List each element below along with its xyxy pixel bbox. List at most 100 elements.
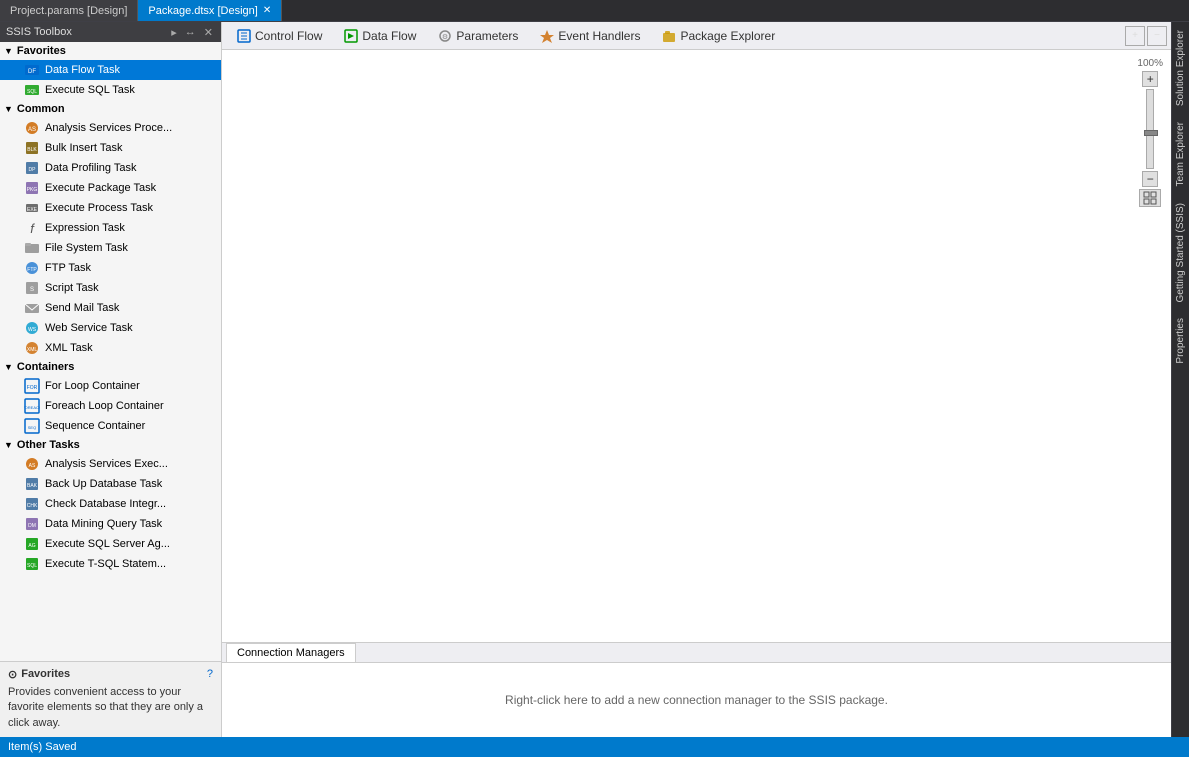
section-containers-label: Containers	[17, 361, 74, 373]
status-message: Item(s) Saved	[8, 741, 76, 753]
tab-controlflow[interactable]: Control Flow	[226, 24, 333, 47]
filesystem-label: File System Task	[45, 242, 128, 254]
section-othertasks[interactable]: ▼ Other Tasks	[0, 436, 221, 454]
eventhandlers-tab-icon	[540, 29, 554, 43]
close-tab-icon[interactable]: ✕	[263, 5, 271, 16]
main-area: SSIS Toolbox ▸ ↔ ✕ ▼ Favorites DF Data F…	[0, 22, 1189, 737]
right-panel-tab-team[interactable]: Team Explorer	[1173, 114, 1188, 194]
help-icon[interactable]: ?	[207, 668, 213, 680]
zoom-in-nav-btn[interactable]: +	[1125, 26, 1145, 46]
toolbox-item-executepackage[interactable]: PKG Execute Package Task	[0, 178, 221, 198]
zoom-slider-thumb[interactable]	[1144, 130, 1158, 136]
parameters-tab-icon: ⚙	[438, 29, 452, 43]
datamining-icon: DM	[24, 516, 40, 532]
toolbox-item-script[interactable]: S Script Task	[0, 278, 221, 298]
toolbox-item-sequence[interactable]: SEQ Sequence Container	[0, 416, 221, 436]
section-common[interactable]: ▼ Common	[0, 100, 221, 118]
forloop-icon: FOR	[24, 378, 40, 394]
dataprofiling-label: Data Profiling Task	[45, 162, 137, 174]
toolbox-item-checkdb[interactable]: CHK Check Database Integr...	[0, 494, 221, 514]
section-containers[interactable]: ▼ Containers	[0, 358, 221, 376]
right-panel-tab-solution[interactable]: Solution Explorer	[1173, 22, 1188, 114]
toolbox-item-analysisproc[interactable]: AS Analysis Services Proce...	[0, 118, 221, 138]
toolbox-item-backup[interactable]: BAK Back Up Database Task	[0, 474, 221, 494]
analysisproc-icon: AS	[24, 120, 40, 136]
toolbox-item-dataprofiling[interactable]: DP Data Profiling Task	[0, 158, 221, 178]
svg-text:WS: WS	[28, 327, 37, 333]
toolbox-item-xml[interactable]: XML XML Task	[0, 338, 221, 358]
toolbox-item-executesql[interactable]: SQL Execute SQL Task	[0, 80, 221, 100]
zoom-out-button[interactable]: −	[1142, 171, 1158, 187]
svg-text:CHK: CHK	[27, 503, 38, 509]
zoom-in-button[interactable]: +	[1142, 71, 1158, 87]
analysisproc-label: Analysis Services Proce...	[45, 122, 172, 134]
connection-managers-tab-label[interactable]: Connection Managers	[226, 643, 356, 662]
tab-controlflow-label: Control Flow	[255, 29, 322, 43]
toolbox-panel: SSIS Toolbox ▸ ↔ ✕ ▼ Favorites DF Data F…	[0, 22, 222, 737]
toolbox-resize-icon[interactable]: ↔	[183, 26, 198, 39]
doc-tab-package-label: Package.dtsx [Design]	[148, 5, 257, 17]
executepackage-icon: PKG	[24, 180, 40, 196]
toolbox-item-tsql[interactable]: SQL Execute T-SQL Statem...	[0, 554, 221, 574]
doc-tab-project[interactable]: Project.params [Design]	[0, 0, 138, 21]
expression-label: Expression Task	[45, 222, 125, 234]
toolbox-pin-icon[interactable]: ▸	[169, 26, 179, 39]
datamining-label: Data Mining Query Task	[45, 518, 162, 530]
toolbox-footer-title: ⊙ Favorites	[8, 668, 70, 681]
toolbox-item-webservice[interactable]: WS Web Service Task	[0, 318, 221, 338]
right-panel-tab-gettingstarted[interactable]: Getting Started (SSIS)	[1173, 195, 1188, 311]
ftp-icon: FTP	[24, 260, 40, 276]
toolbox-item-foreachloop[interactable]: FOREACH Foreach Loop Container	[0, 396, 221, 416]
fit-to-window-button[interactable]	[1139, 189, 1161, 207]
toolbox-item-bulkinsert[interactable]: BLK Bulk Insert Task	[0, 138, 221, 158]
executesql-task-icon: SQL	[24, 82, 40, 98]
toolbox-close-icon[interactable]: ✕	[202, 26, 215, 39]
executeprocess-label: Execute Process Task	[45, 202, 153, 214]
svg-text:FOR: FOR	[27, 385, 38, 391]
packageexplorer-tab-icon	[662, 29, 676, 43]
designer-tab-buttons: + −	[1125, 26, 1167, 46]
section-favorites[interactable]: ▼ Favorites	[0, 42, 221, 60]
section-common-arrow: ▼	[4, 104, 13, 114]
tab-parameters[interactable]: ⚙ Parameters	[427, 24, 529, 47]
sendmail-label: Send Mail Task	[45, 302, 119, 314]
toolbox-item-filesystem[interactable]: File System Task	[0, 238, 221, 258]
tab-eventhandlers[interactable]: Event Handlers	[529, 24, 651, 47]
sequence-icon: SEQ	[24, 418, 40, 434]
svg-text:EXE: EXE	[27, 207, 38, 213]
foreachloop-label: Foreach Loop Container	[45, 400, 164, 412]
toolbox-item-analysisexec[interactable]: AS Analysis Services Exec...	[0, 454, 221, 474]
tab-packageexplorer[interactable]: Package Explorer	[651, 24, 786, 47]
tsql-label: Execute T-SQL Statem...	[45, 558, 166, 570]
tab-dataflow[interactable]: Data Flow	[333, 24, 427, 47]
toolbox-item-sqlag[interactable]: AG Execute SQL Server Ag...	[0, 534, 221, 554]
zoom-slider-track[interactable]	[1146, 89, 1154, 169]
toolbox-item-ftp[interactable]: FTP FTP Task	[0, 258, 221, 278]
toolbox-item-dataflow[interactable]: DF Data Flow Task	[0, 60, 221, 80]
checkdb-icon: CHK	[24, 496, 40, 512]
toolbox-item-sendmail[interactable]: Send Mail Task	[0, 298, 221, 318]
right-panel-tab-properties[interactable]: Properties	[1173, 310, 1188, 372]
document-tab-bar: Project.params [Design] Package.dtsx [De…	[0, 0, 1189, 22]
right-side-panel: Solution Explorer Team Explorer Getting …	[1171, 22, 1189, 737]
design-canvas[interactable]: 100% + −	[222, 50, 1171, 642]
tab-parameters-label: Parameters	[456, 29, 518, 43]
svg-text:SQL: SQL	[27, 563, 37, 569]
designer-tabs: Control Flow Data Flow ⚙ Parameters Even…	[222, 22, 1171, 50]
toolbox-item-expression[interactable]: f Expression Task	[0, 218, 221, 238]
bulkinsert-icon: BLK	[24, 140, 40, 156]
doc-tab-package[interactable]: Package.dtsx [Design] ✕	[138, 0, 282, 21]
section-favorites-label: Favorites	[17, 45, 66, 57]
forloop-label: For Loop Container	[45, 380, 140, 392]
svg-text:SQL: SQL	[27, 89, 37, 95]
connection-managers-empty-message: Right-click here to add a new connection…	[505, 693, 888, 707]
toolbox-item-forloop[interactable]: FOR For Loop Container	[0, 376, 221, 396]
toolbox-item-executeprocess[interactable]: EXE Execute Process Task	[0, 198, 221, 218]
connection-managers-content[interactable]: Right-click here to add a new connection…	[222, 662, 1171, 737]
webservice-label: Web Service Task	[45, 322, 133, 334]
collapse-icon[interactable]: ⊙	[8, 668, 17, 681]
toolbox-footer-desc: Provides convenient access to your favor…	[8, 685, 213, 731]
zoom-out-nav-btn[interactable]: −	[1147, 26, 1167, 46]
connection-managers-tab[interactable]: Connection Managers	[222, 643, 1171, 662]
toolbox-item-datamining[interactable]: DM Data Mining Query Task	[0, 514, 221, 534]
